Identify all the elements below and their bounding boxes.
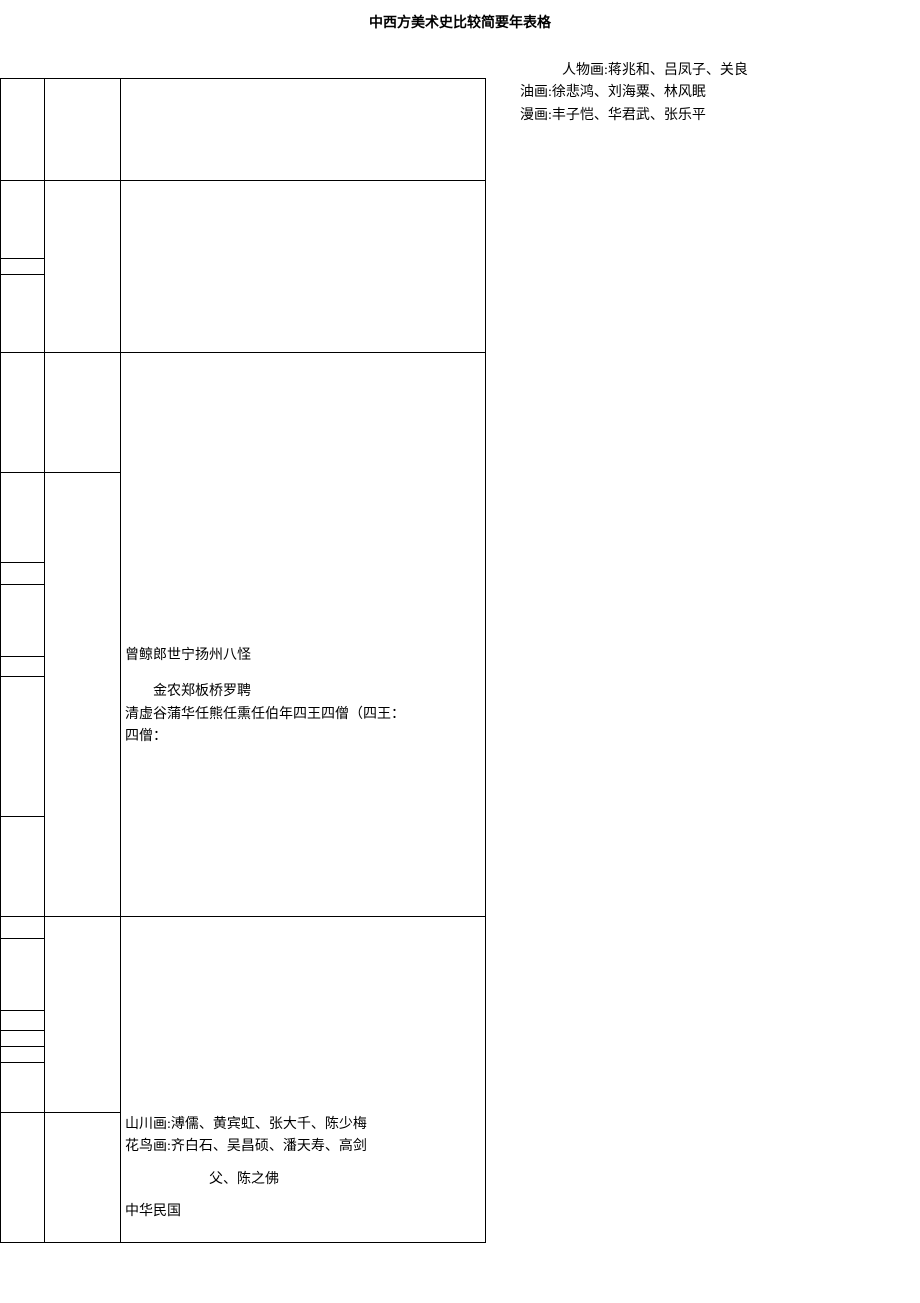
cell-content-a: 曾鲸郎世宁扬州八怪 金农郑板桥罗聘 清虚谷蒲华任熊任熏任伯年四王四僧（四王： 四… xyxy=(125,355,481,749)
comparison-table: 曾鲸郎世宁扬州八怪 金农郑板桥罗聘 清虚谷蒲华任熊任熏任伯年四王四僧（四王： 四… xyxy=(0,78,486,1243)
table-row xyxy=(1,181,486,259)
side-line-2: 油画:徐悲鸿、刘海粟、林风眠 xyxy=(520,82,748,104)
cell-line: 金农郑板桥罗聘 xyxy=(125,681,481,703)
cell-line: 花鸟画:齐白石、吴昌硕、潘天寿、高剑 xyxy=(125,1136,481,1158)
cell-line: 清虚谷蒲华任熊任熏任伯年四王四僧（四王： xyxy=(125,704,481,726)
cell-content-b: 山川画:溥儒、黄宾虹、张大千、陈少梅 花鸟画:齐白石、吴昌硕、潘天寿、高剑 父、… xyxy=(125,919,481,1224)
table-row xyxy=(1,79,486,181)
page-title: 中西方美术史比较简要年表格 xyxy=(0,0,920,40)
cell-line: 四僧： xyxy=(125,726,481,748)
side-line-1: 人物画:蒋兆和、吕凤子、关良 xyxy=(520,60,748,82)
table-row: 山川画:溥儒、黄宾虹、张大千、陈少梅 花鸟画:齐白石、吴昌硕、潘天寿、高剑 父、… xyxy=(1,917,486,939)
cell-line: 山川画:溥儒、黄宾虹、张大千、陈少梅 xyxy=(125,1114,481,1136)
cell-line: 中华民国 xyxy=(125,1201,481,1223)
side-annotation: 人物画:蒋兆和、吕凤子、关良 油画:徐悲鸿、刘海粟、林风眠 漫画:丰子恺、华君武… xyxy=(520,60,748,127)
cell-line: 曾鲸郎世宁扬州八怪 xyxy=(125,645,481,667)
side-line-3: 漫画:丰子恺、华君武、张乐平 xyxy=(520,105,748,127)
cell-line: 父、陈之佛 xyxy=(125,1169,481,1191)
